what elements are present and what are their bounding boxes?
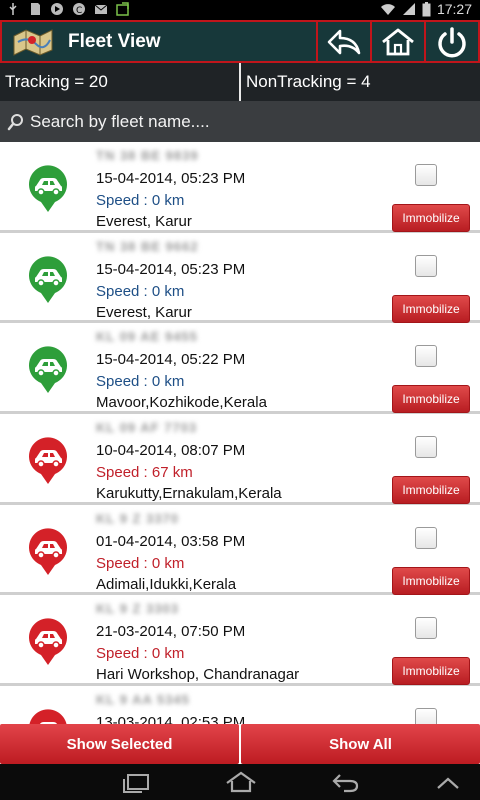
last-update-time: 10-04-2014, 08:07 PM (96, 442, 246, 460)
fleet-name: TN 38 BE 9662 (96, 238, 199, 254)
select-checkbox[interactable] (415, 254, 437, 277)
speed-value: Speed : 0 km (96, 373, 185, 391)
select-checkbox[interactable] (415, 345, 437, 368)
back-arrow-icon (327, 29, 361, 54)
speed-value: Speed : 0 km (96, 645, 185, 663)
select-checkbox[interactable] (415, 708, 437, 724)
immobilize-button[interactable]: Immobilize (392, 294, 470, 323)
location-text: Everest, Karur (96, 213, 192, 230)
status-time: 17:27 (436, 1, 472, 17)
fleet-name: KL 9 Z 3370 (96, 510, 180, 526)
app-screen: C 17:27 Fleet View Tracking = 20 NonTrac… (0, 0, 480, 800)
usb-icon (9, 3, 17, 15)
select-checkbox[interactable] (415, 526, 437, 549)
back-button[interactable] (316, 22, 370, 61)
list-item[interactable]: KL 9 Z 3370 01-04-2014, 03:58 PM Speed :… (0, 504, 480, 596)
menu-up-icon[interactable] (436, 776, 460, 790)
fleet-name: KL 09 AF 7703 (96, 420, 198, 436)
search-bar (0, 101, 480, 142)
search-input[interactable] (30, 111, 470, 132)
svg-text:C: C (76, 6, 82, 16)
immobilize-button[interactable]: Immobilize (392, 204, 470, 232)
home-button[interactable] (370, 22, 424, 61)
last-update-time: 15-04-2014, 05:23 PM (96, 170, 246, 187)
power-button[interactable] (424, 22, 478, 61)
battery-icon (422, 1, 431, 16)
signal-icon (402, 3, 415, 15)
email-icon (94, 4, 108, 14)
location-text: Mavoor,Kozhikode,Kerala (96, 394, 267, 412)
recent-apps-icon[interactable] (120, 771, 152, 793)
fleet-name: KL 9 Z 3303 (96, 601, 180, 617)
car-marker-icon (28, 618, 67, 666)
select-checkbox[interactable] (415, 436, 437, 459)
sync-icon: C (73, 3, 85, 16)
action-bar: Show Selected Show All (0, 724, 480, 764)
speed-value: Speed : 0 km (96, 554, 185, 572)
select-checkbox[interactable] (415, 164, 437, 186)
status-bar: C 17:27 (0, 0, 480, 20)
wifi-icon (380, 4, 395, 15)
location-text: Hari Workshop, Chandranagar (96, 666, 300, 684)
fleet-name: KL 09 AE 9455 (96, 329, 198, 345)
immobilize-button[interactable]: Immobilize (392, 385, 470, 414)
location-text: Everest, Karur (96, 303, 192, 321)
immobilize-button[interactable]: Immobilize (392, 657, 470, 686)
speed-value: Speed : 0 km (96, 192, 185, 209)
list-item[interactable]: KL 9 AA 5345 13-03-2014, 02:53 PM Speed … (0, 686, 480, 724)
list-item[interactable]: KL 09 AF 7703 10-04-2014, 08:07 PM Speed… (0, 414, 480, 505)
select-checkbox[interactable] (415, 617, 437, 640)
car-marker-icon (28, 165, 67, 212)
immobilize-button[interactable]: Immobilize (392, 476, 470, 505)
map-icon (13, 28, 53, 56)
immobilize-button[interactable]: Immobilize (392, 566, 470, 595)
show-selected-button[interactable]: Show Selected (0, 724, 239, 764)
download-icon (116, 2, 129, 16)
speed-value: Speed : 67 km (96, 464, 193, 482)
media-icon (51, 3, 63, 15)
last-update-time: 15-04-2014, 05:23 PM (96, 260, 246, 278)
fleet-name: TN 38 BE 9839 (96, 148, 199, 163)
last-update-time: 13-03-2014, 02:53 PM (96, 714, 246, 724)
list-item[interactable]: KL 9 Z 3303 21-03-2014, 07:50 PM Speed :… (0, 595, 480, 687)
search-icon (7, 113, 23, 130)
tracking-count[interactable]: Tracking = 20 (0, 63, 239, 101)
location-text: Adimali,Idukki,Kerala (96, 575, 237, 593)
title-area: Fleet View (2, 22, 316, 61)
car-marker-icon (28, 256, 67, 303)
vehicle-list: TN 38 BE 9839 15-04-2014, 05:23 PM Speed… (0, 142, 480, 724)
car-marker-icon (29, 709, 67, 724)
last-update-time: 21-03-2014, 07:50 PM (96, 623, 246, 641)
car-marker-icon (28, 437, 67, 485)
last-update-time: 15-04-2014, 05:22 PM (96, 351, 246, 369)
tracking-summary: Tracking = 20 NonTracking = 4 (0, 63, 480, 101)
sd-card-icon (31, 3, 40, 15)
show-all-button[interactable]: Show All (241, 724, 480, 764)
home-icon[interactable] (224, 771, 258, 793)
nontracking-count[interactable]: NonTracking = 4 (241, 63, 480, 101)
power-icon (438, 26, 466, 57)
home-icon (382, 28, 414, 55)
list-item[interactable]: TN 38 BE 9662 15-04-2014, 05:23 PM Speed… (0, 232, 480, 324)
fleet-name: KL 9 AA 5345 (96, 692, 190, 708)
system-nav-bar (0, 764, 480, 800)
location-text: Karukutty,Ernakulam,Kerala (96, 485, 282, 503)
list-item[interactable]: TN 38 BE 9839 15-04-2014, 05:23 PM Speed… (0, 142, 480, 233)
page-title: Fleet View (68, 30, 161, 52)
car-marker-icon (28, 346, 67, 394)
last-update-time: 01-04-2014, 03:58 PM (96, 532, 246, 550)
car-marker-icon (28, 528, 67, 575)
speed-value: Speed : 0 km (96, 282, 185, 300)
list-item[interactable]: KL 09 AE 9455 15-04-2014, 05:22 PM Speed… (0, 323, 480, 415)
back-icon[interactable] (330, 771, 360, 793)
app-header: Fleet View (0, 20, 480, 63)
